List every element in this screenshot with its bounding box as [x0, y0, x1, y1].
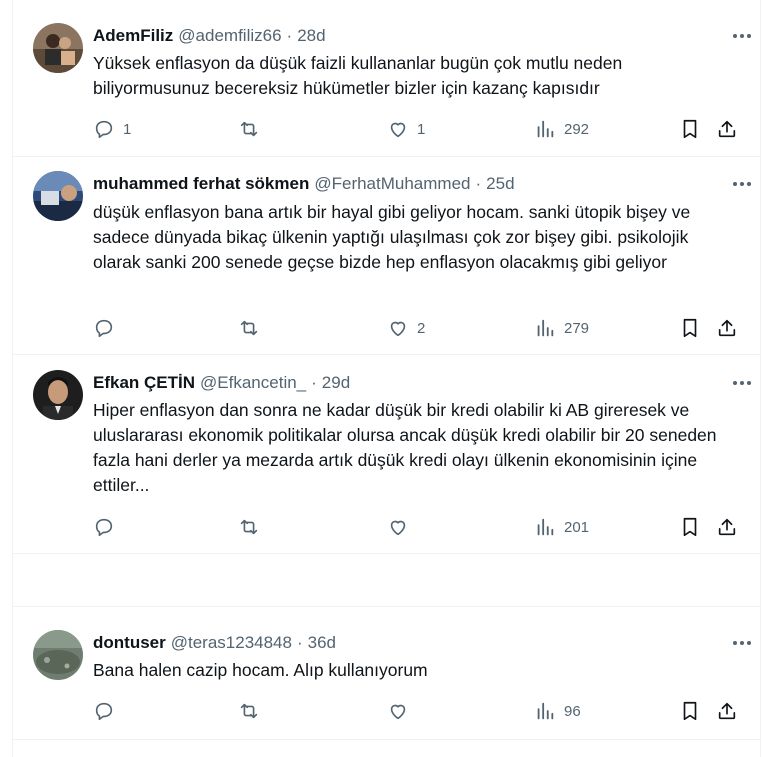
retweet-icon: [240, 121, 258, 137]
retweet-icon: [240, 703, 258, 719]
avatar[interactable]: [33, 370, 83, 420]
bookmark-button[interactable]: [679, 315, 701, 341]
share-button[interactable]: [716, 698, 738, 724]
tweet-text: düşük enflasyon bana artık bir hayal gib…: [93, 202, 691, 272]
heart-icon: [390, 520, 406, 536]
like-button[interactable]: [387, 698, 417, 724]
more-icon: [733, 641, 751, 645]
tweet-text: Bana halen cazip hocam. Alıp kullanıyoru…: [93, 660, 428, 680]
tweet-actions: 201: [93, 514, 740, 540]
tweet-date[interactable]: 25d: [486, 174, 514, 194]
timeline: AdemFiliz @ademfiliz66 · 28d Yüksek enfl…: [12, 0, 761, 757]
tweet[interactable]: AdemFiliz @ademfiliz66 · 28d Yüksek enfl…: [13, 0, 760, 157]
heart-icon: [390, 704, 406, 720]
tweet-date[interactable]: 29d: [322, 373, 350, 393]
share-icon: [718, 518, 736, 536]
retweet-button[interactable]: [238, 514, 268, 540]
like-button[interactable]: [387, 514, 417, 540]
views-count: 201: [564, 518, 590, 536]
bookmark-button[interactable]: [679, 116, 701, 142]
share-button[interactable]: [716, 315, 738, 341]
reply-icon: [95, 518, 113, 537]
heart-icon: [390, 321, 406, 337]
views-count: 292: [564, 120, 590, 138]
author-handle[interactable]: @Efkancetin_: [200, 373, 306, 393]
bookmark-button[interactable]: [679, 698, 701, 724]
separator-dot: ·: [296, 633, 303, 652]
separator-dot: ·: [311, 373, 317, 392]
views-icon: [537, 702, 554, 720]
retweet-icon: [240, 320, 258, 336]
more-icon: [733, 182, 751, 186]
author-handle[interactable]: @FerhatMuhammed: [314, 174, 470, 194]
share-icon: [718, 120, 736, 138]
separator-dot: ·: [475, 174, 482, 193]
author-name[interactable]: muhammed ferhat sökmen: [93, 174, 309, 194]
views-icon: [537, 120, 554, 138]
like-button[interactable]: 2: [387, 315, 425, 341]
reply-icon: [95, 120, 113, 139]
more-button[interactable]: [728, 174, 756, 194]
share-icon: [718, 702, 736, 720]
timeline-gap: [13, 554, 760, 607]
bookmark-icon: [683, 701, 697, 721]
retweet-button[interactable]: [238, 315, 268, 341]
views-icon: [537, 319, 554, 337]
reply-icon: [95, 319, 113, 338]
heart-icon: [390, 122, 406, 138]
views-count: 279: [564, 319, 590, 337]
like-count: 1: [417, 120, 426, 138]
tweet[interactable]: dontuser @teras1234848 · 36d Bana halen …: [13, 606, 760, 740]
like-count: 2: [417, 319, 426, 337]
share-button[interactable]: [716, 116, 738, 142]
views-button[interactable]: 96: [534, 698, 581, 724]
author-name[interactable]: dontuser: [93, 633, 166, 653]
tweet-text: Hiper enflasyon dan sonra ne kadar düşük…: [93, 400, 717, 495]
tweet-actions: 96: [93, 698, 740, 724]
avatar[interactable]: [33, 171, 83, 221]
tweet-date[interactable]: 36d: [308, 633, 336, 653]
bookmark-button[interactable]: [679, 514, 701, 540]
avatar[interactable]: [33, 630, 83, 680]
views-count: 96: [564, 702, 581, 720]
retweet-button[interactable]: [238, 698, 268, 724]
views-button[interactable]: 279: [534, 315, 589, 341]
avatar[interactable]: [33, 23, 83, 73]
reply-button[interactable]: 1: [93, 116, 131, 142]
views-button[interactable]: 201: [534, 514, 589, 540]
tweet-text: Yüksek enflasyon da düşük faizli kullana…: [93, 53, 623, 98]
tweet-actions: 1 1 292: [93, 116, 740, 142]
more-icon: [733, 381, 751, 385]
tweet-actions: 2 279: [93, 315, 740, 341]
more-button[interactable]: [728, 373, 756, 393]
share-icon: [718, 319, 736, 337]
separator-dot: ·: [286, 26, 293, 45]
reply-icon: [95, 702, 113, 721]
more-button[interactable]: [728, 633, 756, 653]
tweet-date[interactable]: 28d: [297, 26, 325, 46]
retweet-icon: [240, 519, 258, 535]
author-handle[interactable]: @ademfiliz66: [178, 26, 281, 46]
bookmark-icon: [683, 318, 697, 338]
more-icon: [733, 34, 751, 38]
share-button[interactable]: [716, 514, 738, 540]
reply-count: 1: [123, 120, 132, 138]
tweet[interactable]: muhammed ferhat sökmen @FerhatMuhammed ·…: [13, 157, 760, 355]
bookmark-icon: [683, 119, 697, 139]
retweet-button[interactable]: [238, 116, 268, 142]
reply-button[interactable]: [93, 315, 123, 341]
bookmark-icon: [683, 517, 697, 537]
tweet[interactable]: Efkan ÇETİN @Efkancetin_ · 29d Hiper enf…: [13, 355, 760, 554]
views-button[interactable]: 292: [534, 116, 589, 142]
author-name[interactable]: AdemFiliz: [93, 26, 173, 46]
author-name[interactable]: Efkan ÇETİN: [93, 373, 195, 393]
reply-button[interactable]: [93, 698, 123, 724]
like-button[interactable]: 1: [387, 116, 425, 142]
reply-button[interactable]: [93, 514, 123, 540]
views-icon: [537, 518, 554, 536]
author-handle[interactable]: @teras1234848: [171, 633, 292, 653]
more-button[interactable]: [728, 26, 756, 46]
